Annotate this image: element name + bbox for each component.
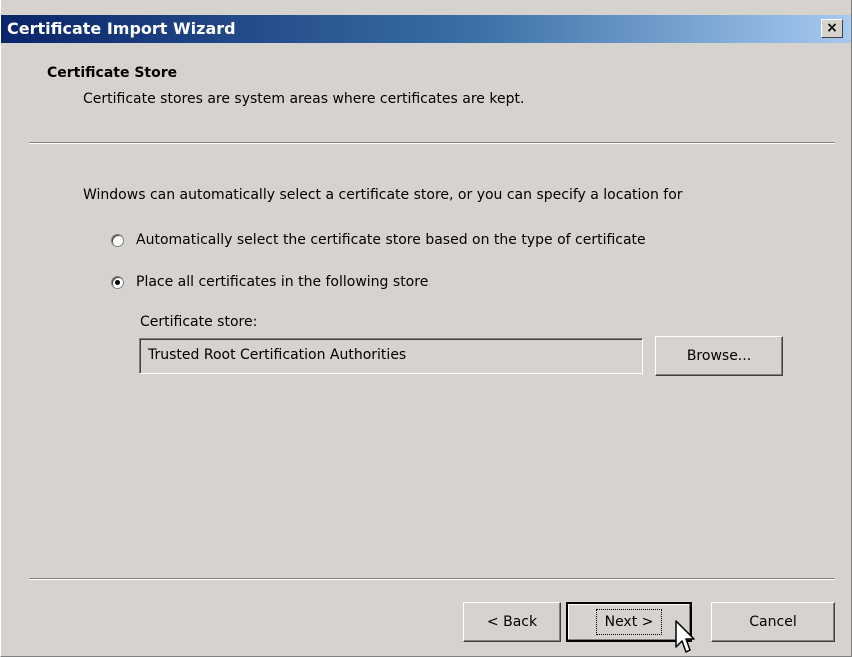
wizard-window: Certificate Import Wizard × Certificate … — [0, 0, 852, 657]
intro-text: Windows can automatically select a certi… — [83, 187, 683, 203]
mouse-pointer-icon — [675, 620, 695, 653]
close-button[interactable]: × — [821, 19, 843, 38]
back-button-label: < Back — [486, 614, 538, 630]
header-divider — [29, 142, 835, 144]
page-subtitle: Certificate stores are system areas wher… — [83, 91, 525, 107]
page-title: Certificate Store — [47, 65, 178, 81]
certificate-store-field: Trusted Root Certification Authorities — [139, 338, 643, 374]
wizard-header: Certificate Store Certificate stores are… — [1, 43, 851, 141]
close-icon: × — [826, 20, 838, 36]
browse-button[interactable]: Browse... — [655, 336, 783, 376]
back-button[interactable]: < Back — [463, 602, 561, 642]
radio-label: Automatically select the certificate sto… — [136, 232, 646, 248]
radio-button[interactable] — [111, 275, 124, 289]
browse-button-label: Browse... — [686, 348, 752, 364]
radio-button[interactable] — [111, 233, 124, 247]
title-bar[interactable]: Certificate Import Wizard × — [1, 15, 851, 43]
footer-divider — [29, 578, 835, 580]
cancel-button-label: Cancel — [749, 614, 797, 630]
cancel-button[interactable]: Cancel — [711, 602, 835, 642]
window-title: Certificate Import Wizard — [7, 19, 236, 38]
next-button-label: Next > — [595, 609, 663, 635]
radio-auto-select[interactable]: Automatically select the certificate sto… — [111, 230, 646, 250]
radio-place-in-store[interactable]: Place all certificates in the following … — [111, 272, 428, 292]
radio-label: Place all certificates in the following … — [136, 274, 429, 290]
certificate-store-label: Certificate store: — [140, 314, 258, 330]
next-button[interactable]: Next > — [566, 602, 692, 642]
